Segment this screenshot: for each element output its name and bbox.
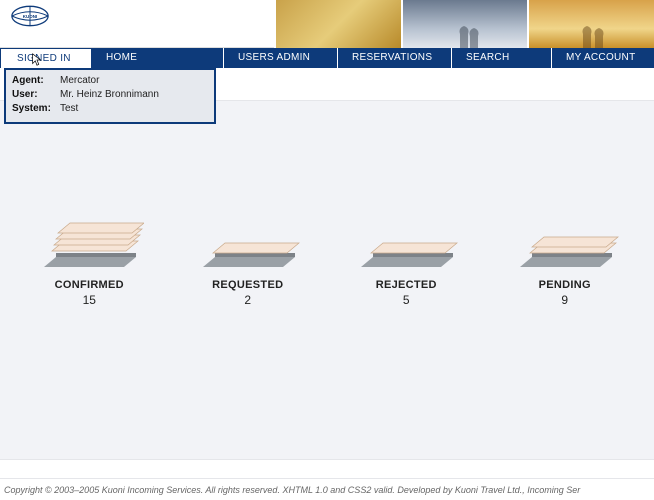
folder-stack-icon: [490, 211, 640, 273]
status-rejected-count: 5: [331, 293, 481, 307]
status-confirmed-count: 15: [14, 293, 164, 307]
nav-search[interactable]: SEARCH: [452, 48, 552, 68]
main-nav: SIGNED IN HOME USERS ADMIN RESERVATIONS …: [0, 48, 654, 68]
nav-search-label: SEARCH: [466, 52, 509, 63]
banner-image-2: [401, 0, 528, 48]
nav-signed-in[interactable]: SIGNED IN: [0, 48, 92, 68]
session-system-value: Test: [60, 102, 78, 116]
session-agent-value: Mercator: [60, 74, 99, 88]
session-agent-label: Agent:: [12, 74, 60, 88]
status-requested[interactable]: REQUESTED 2: [173, 211, 323, 307]
footer: Copyright © 2003–2005 Kuoni Incoming Ser…: [0, 478, 654, 500]
status-confirmed-label: CONFIRMED: [14, 279, 164, 291]
nav-signed-in-label: SIGNED IN: [17, 53, 71, 64]
session-user-value: Mr. Heinz Bronnimann: [60, 88, 159, 102]
status-rejected[interactable]: REJECTED 5: [331, 211, 481, 307]
folder-stack-icon: [14, 211, 164, 273]
status-requested-label: REQUESTED: [173, 279, 323, 291]
nav-home[interactable]: HOME: [92, 48, 224, 68]
nav-my-account[interactable]: MY ACCOUNT: [552, 48, 654, 68]
status-pending[interactable]: PENDING 9: [490, 211, 640, 307]
top-banner: KUONI: [0, 0, 654, 48]
session-info-panel: Agent: Mercator User: Mr. Heinz Bronnima…: [4, 68, 216, 124]
footer-text: Copyright © 2003–2005 Kuoni Incoming Ser…: [4, 485, 580, 495]
nav-reservations[interactable]: RESERVATIONS: [338, 48, 452, 68]
status-requested-count: 2: [173, 293, 323, 307]
brand-logo: KUONI: [10, 5, 50, 27]
status-confirmed[interactable]: CONFIRMED 15: [14, 211, 164, 307]
session-user-label: User:: [12, 88, 60, 102]
status-rejected-label: REJECTED: [331, 279, 481, 291]
banner-images: [274, 0, 654, 48]
nav-home-label: HOME: [106, 52, 137, 63]
status-row: CONFIRMED 15 REQUESTED 2: [0, 211, 654, 307]
folder-stack-icon: [331, 211, 481, 273]
nav-reservations-label: RESERVATIONS: [352, 52, 432, 63]
banner-image-3: [527, 0, 654, 48]
folder-stack-icon: [173, 211, 323, 273]
brand-text: KUONI: [23, 14, 38, 19]
status-pending-count: 9: [490, 293, 640, 307]
session-system-label: System:: [12, 102, 60, 116]
nav-users-admin[interactable]: USERS ADMIN: [224, 48, 338, 68]
content-area: CONFIRMED 15 REQUESTED 2: [0, 100, 654, 460]
status-pending-label: PENDING: [490, 279, 640, 291]
nav-users-admin-label: USERS ADMIN: [238, 52, 310, 63]
session-user-row: User: Mr. Heinz Bronnimann: [12, 88, 208, 102]
session-agent-row: Agent: Mercator: [12, 74, 208, 88]
banner-image-1: [274, 0, 401, 48]
nav-my-account-label: MY ACCOUNT: [566, 52, 636, 63]
session-system-row: System: Test: [12, 102, 208, 116]
